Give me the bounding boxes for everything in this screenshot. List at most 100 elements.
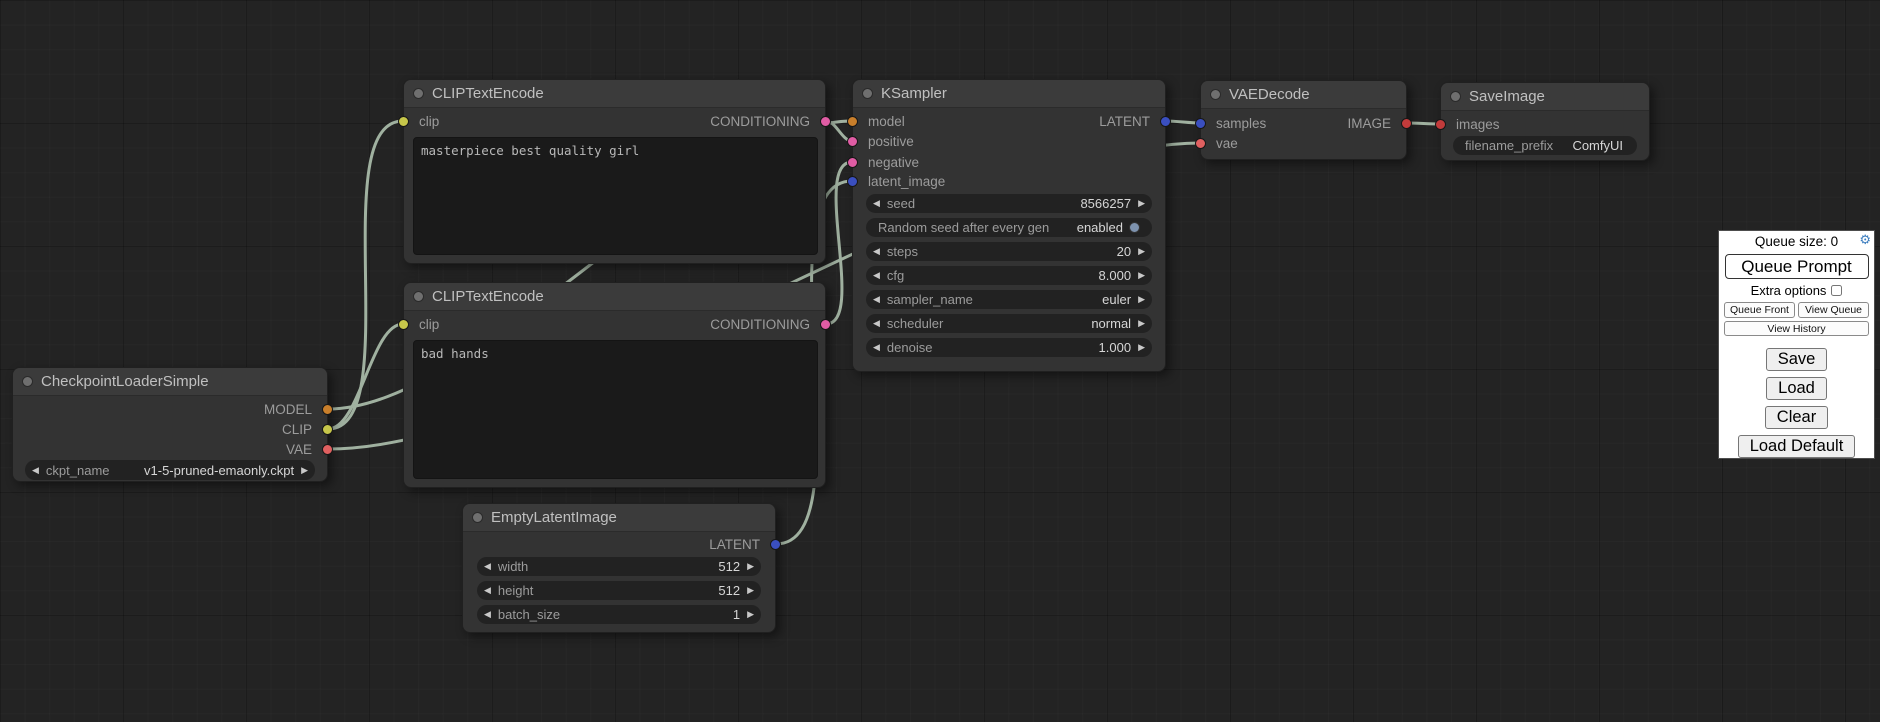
decrement-icon[interactable]: ◀ bbox=[873, 343, 880, 352]
prev-value-icon[interactable]: ◀ bbox=[873, 295, 880, 304]
next-value-icon[interactable]: ▶ bbox=[1138, 295, 1145, 304]
widget-label: Random seed after every gen bbox=[878, 220, 1049, 235]
node-title-bar[interactable]: SaveImage bbox=[1441, 83, 1649, 111]
clear-button[interactable]: Clear bbox=[1765, 406, 1828, 429]
view-queue-button[interactable]: View Queue bbox=[1798, 302, 1869, 318]
latent-image-input-label: latent_image bbox=[868, 174, 945, 190]
latent-output-label: LATENT bbox=[1099, 114, 1150, 130]
increment-icon[interactable]: ▶ bbox=[747, 610, 754, 619]
load-default-button[interactable]: Load Default bbox=[1738, 435, 1856, 458]
model-input-port[interactable] bbox=[847, 116, 858, 127]
conditioning-output-port[interactable] bbox=[820, 116, 831, 127]
comfy-menu-panel: Queue size: 0 ⚙ Queue Prompt Extra optio… bbox=[1718, 230, 1875, 459]
node-title-bar[interactable]: CLIPTextEncode bbox=[404, 283, 825, 311]
collapse-dot-icon[interactable] bbox=[862, 88, 873, 99]
latent-image-input-port[interactable] bbox=[847, 176, 858, 187]
node-vae-decode[interactable]: VAEDecode samples vae IMAGE bbox=[1200, 80, 1407, 160]
positive-prompt-textarea[interactable]: masterpiece best quality girl bbox=[413, 137, 818, 255]
queue-front-button[interactable]: Queue Front bbox=[1724, 302, 1795, 318]
widget-value: 8566257 bbox=[1080, 196, 1131, 211]
node-empty-latent-image[interactable]: EmptyLatentImage LATENT ◀ width 512 ▶ ◀ … bbox=[462, 503, 776, 633]
widget-label: width bbox=[498, 559, 528, 574]
node-title-bar[interactable]: CheckpointLoaderSimple bbox=[13, 368, 327, 396]
widget-value: enabled bbox=[1077, 220, 1123, 235]
view-history-button[interactable]: View History bbox=[1724, 321, 1869, 336]
node-ksampler[interactable]: KSampler model positive negative latent_… bbox=[852, 79, 1166, 372]
positive-input-port[interactable] bbox=[847, 136, 858, 147]
random-seed-toggle-widget[interactable]: Random seed after every gen enabled bbox=[866, 218, 1152, 237]
decrement-icon[interactable]: ◀ bbox=[873, 271, 880, 280]
collapse-dot-icon[interactable] bbox=[22, 376, 33, 387]
node-title: KSampler bbox=[881, 85, 947, 102]
sampler-name-widget[interactable]: ◀ sampler_name euler ▶ bbox=[866, 290, 1152, 309]
settings-gear-icon[interactable]: ⚙ bbox=[1859, 232, 1871, 248]
clip-input-port[interactable] bbox=[398, 116, 409, 127]
node-title: EmptyLatentImage bbox=[491, 509, 617, 526]
widget-label: scheduler bbox=[887, 316, 943, 331]
node-checkpoint-loader[interactable]: CheckpointLoaderSimple MODEL CLIP VAE ◀ … bbox=[12, 367, 328, 482]
increment-icon[interactable]: ▶ bbox=[1138, 199, 1145, 208]
filename-prefix-widget[interactable]: filename_prefix ComfyUI bbox=[1453, 136, 1637, 155]
decrement-icon[interactable]: ◀ bbox=[484, 586, 491, 595]
widget-value: 20 bbox=[1117, 244, 1131, 259]
positive-input-label: positive bbox=[868, 134, 914, 150]
negative-input-port[interactable] bbox=[847, 157, 858, 168]
graph-canvas[interactable]: { "colors": { "wire": "#A0B1A0", "toggle… bbox=[0, 0, 1880, 722]
node-title-bar[interactable]: EmptyLatentImage bbox=[463, 504, 775, 532]
conditioning-output-label: CONDITIONING bbox=[710, 317, 810, 333]
save-button[interactable]: Save bbox=[1766, 348, 1828, 371]
node-title-bar[interactable]: CLIPTextEncode bbox=[404, 80, 825, 108]
decrement-icon[interactable]: ◀ bbox=[873, 199, 880, 208]
steps-widget[interactable]: ◀ steps 20 ▶ bbox=[866, 242, 1152, 261]
prev-value-icon[interactable]: ◀ bbox=[32, 466, 39, 475]
latent-output-port[interactable] bbox=[770, 539, 781, 550]
widget-value: 512 bbox=[718, 583, 740, 598]
node-clip-text-encode-positive[interactable]: CLIPTextEncode clip CONDITIONING masterp… bbox=[403, 79, 826, 264]
image-output-port[interactable] bbox=[1401, 118, 1412, 129]
collapse-dot-icon[interactable] bbox=[1450, 91, 1461, 102]
scheduler-widget[interactable]: ◀ scheduler normal ▶ bbox=[866, 314, 1152, 333]
queue-prompt-button[interactable]: Queue Prompt bbox=[1725, 254, 1869, 279]
model-output-port[interactable] bbox=[322, 404, 333, 415]
decrement-icon[interactable]: ◀ bbox=[484, 562, 491, 571]
conditioning-output-port[interactable] bbox=[820, 319, 831, 330]
collapse-dot-icon[interactable] bbox=[472, 512, 483, 523]
conditioning-output-label: CONDITIONING bbox=[710, 114, 810, 130]
decrement-icon[interactable]: ◀ bbox=[873, 247, 880, 256]
samples-input-port[interactable] bbox=[1195, 118, 1206, 129]
increment-icon[interactable]: ▶ bbox=[1138, 247, 1145, 256]
node-title-bar[interactable]: VAEDecode bbox=[1201, 81, 1406, 109]
cfg-widget[interactable]: ◀ cfg 8.000 ▶ bbox=[866, 266, 1152, 285]
seed-widget[interactable]: ◀ seed 8566257 ▶ bbox=[866, 194, 1152, 213]
denoise-widget[interactable]: ◀ denoise 1.000 ▶ bbox=[866, 338, 1152, 357]
increment-icon[interactable]: ▶ bbox=[747, 562, 754, 571]
next-value-icon[interactable]: ▶ bbox=[1138, 319, 1145, 328]
node-title-bar[interactable]: KSampler bbox=[853, 80, 1165, 108]
collapse-dot-icon[interactable] bbox=[413, 291, 424, 302]
increment-icon[interactable]: ▶ bbox=[1138, 271, 1145, 280]
height-widget[interactable]: ◀ height 512 ▶ bbox=[477, 581, 761, 600]
increment-icon[interactable]: ▶ bbox=[1138, 343, 1145, 352]
ckpt-name-widget[interactable]: ◀ ckpt_name v1-5-pruned-emaonly.ckpt ▶ bbox=[25, 460, 315, 480]
load-button[interactable]: Load bbox=[1766, 377, 1827, 400]
clip-input-port[interactable] bbox=[398, 319, 409, 330]
vae-input-port[interactable] bbox=[1195, 138, 1206, 149]
decrement-icon[interactable]: ◀ bbox=[484, 610, 491, 619]
collapse-dot-icon[interactable] bbox=[1210, 89, 1221, 100]
node-save-image[interactable]: SaveImage images filename_prefix ComfyUI bbox=[1440, 82, 1650, 161]
increment-icon[interactable]: ▶ bbox=[747, 586, 754, 595]
width-widget[interactable]: ◀ width 512 ▶ bbox=[477, 557, 761, 576]
extra-options-checkbox[interactable] bbox=[1831, 285, 1842, 296]
queue-size-label: Queue size: 0 bbox=[1755, 234, 1838, 249]
toggle-on-icon[interactable] bbox=[1129, 222, 1140, 233]
latent-output-port[interactable] bbox=[1160, 116, 1171, 127]
clip-output-port[interactable] bbox=[322, 424, 333, 435]
vae-output-port[interactable] bbox=[322, 444, 333, 455]
negative-prompt-textarea[interactable]: bad hands bbox=[413, 340, 818, 479]
collapse-dot-icon[interactable] bbox=[413, 88, 424, 99]
node-clip-text-encode-negative[interactable]: CLIPTextEncode clip CONDITIONING bad han… bbox=[403, 282, 826, 488]
prev-value-icon[interactable]: ◀ bbox=[873, 319, 880, 328]
images-input-port[interactable] bbox=[1435, 119, 1446, 130]
batch-size-widget[interactable]: ◀ batch_size 1 ▶ bbox=[477, 605, 761, 624]
next-value-icon[interactable]: ▶ bbox=[301, 466, 308, 475]
